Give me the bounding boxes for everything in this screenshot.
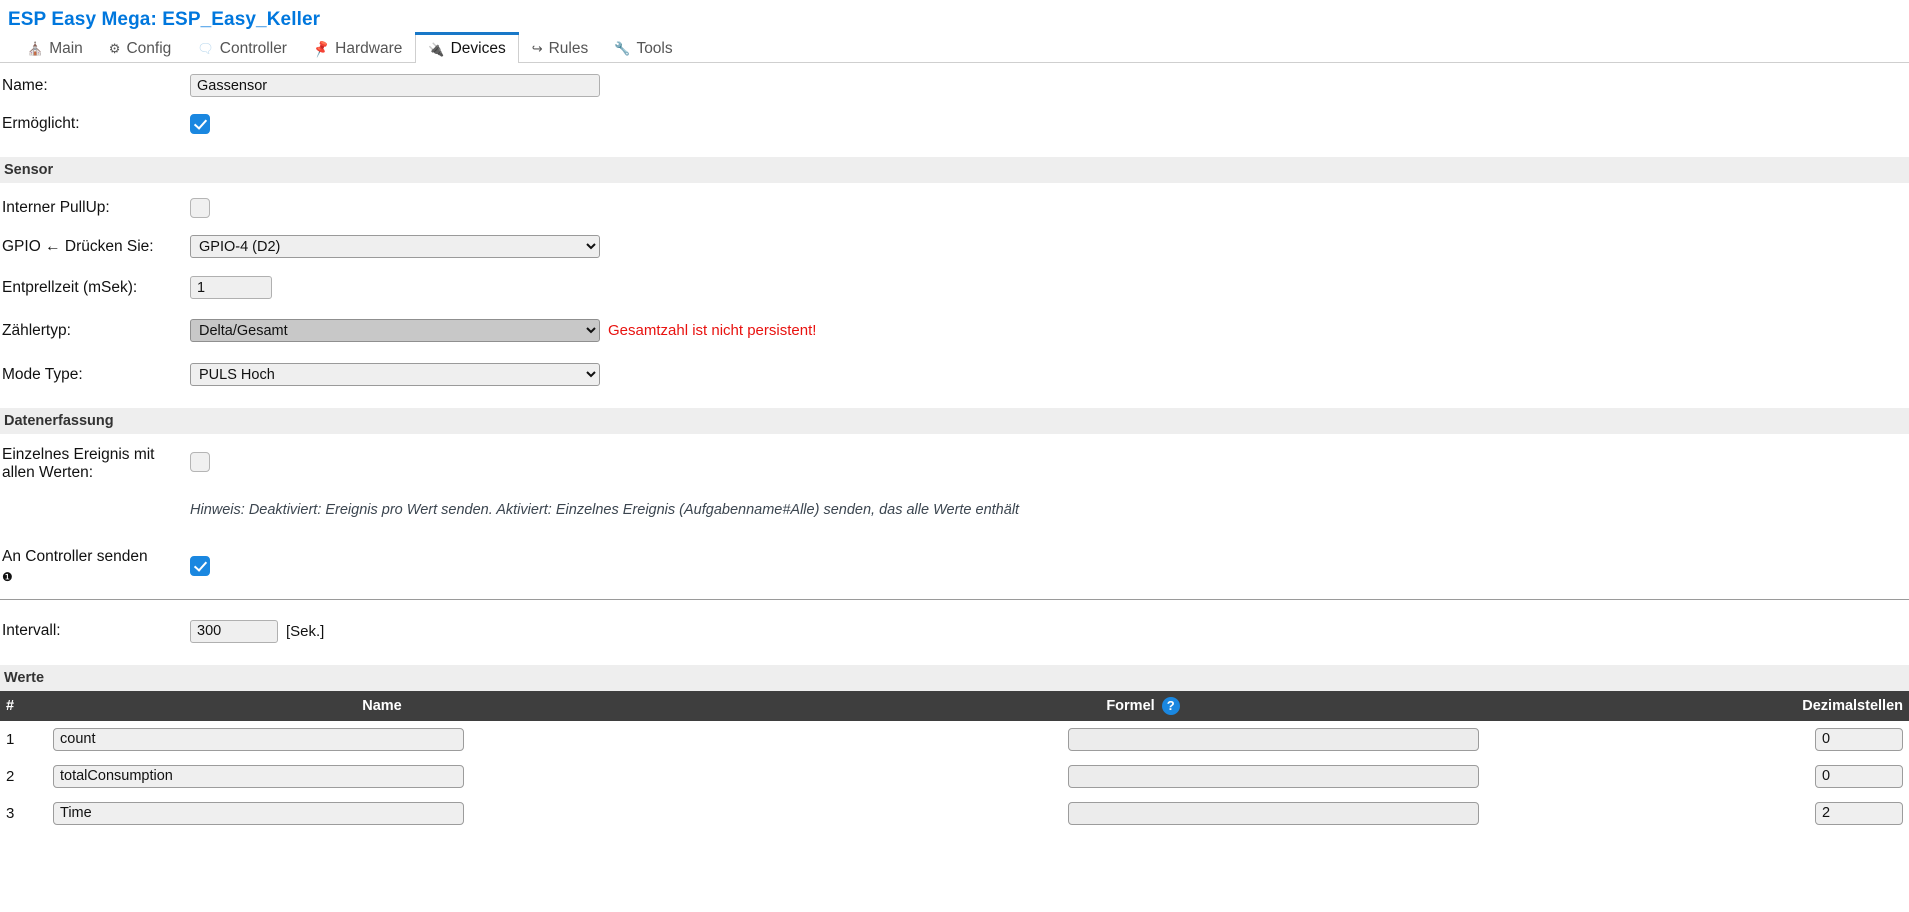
home-icon: ⛪ <box>27 41 44 56</box>
gear-icon: ⚙ <box>108 41 121 56</box>
mode-type-select[interactable]: PULS Hoch <box>190 363 600 386</box>
send-to-controller-label: An Controller senden <box>2 547 148 565</box>
debounce-row: Entprellzeit (mSek): <box>0 272 1909 303</box>
internal-pullup-checkbox[interactable] <box>190 197 210 218</box>
tab-label: Controller <box>219 39 287 57</box>
interval-row: Intervall: [Sek.] <box>0 616 1909 647</box>
counter-type-label: Zählertyp: <box>2 321 71 339</box>
tab-rules[interactable]: ↪ Rules <box>519 34 602 62</box>
interval-input[interactable] <box>190 619 278 643</box>
column-header-index: # <box>0 690 26 721</box>
values-table: # Name Formel? Dezimalstellen 1 2 <box>0 690 1909 832</box>
chat-icon: 🗨 <box>197 41 214 56</box>
plug-icon: 🔌 <box>428 41 445 57</box>
column-header-formula-label: Formel <box>1106 697 1155 714</box>
internal-pullup-row: Interner PullUp: <box>0 192 1909 223</box>
section-header-sensor: Sensor <box>0 157 1909 183</box>
send-to-controller-checkbox[interactable] <box>190 555 210 576</box>
table-row: 2 <box>0 758 1909 795</box>
section-header-values: Werte <box>0 664 1909 691</box>
value-formula-input[interactable] <box>1068 801 1479 825</box>
value-index: 1 <box>6 730 15 748</box>
tab-devices[interactable]: 🔌 Devices <box>415 32 520 63</box>
tab-label: Devices <box>450 40 506 57</box>
tab-label: Config <box>126 39 172 57</box>
column-header-decimals: Dezimalstellen <box>1548 690 1909 721</box>
tab-label: Tools <box>636 39 673 57</box>
value-decimals-input[interactable] <box>1815 727 1903 751</box>
wrench-icon: 🔧 <box>614 41 631 56</box>
tab-main[interactable]: ⛪ Main <box>14 34 96 62</box>
gpio-select[interactable]: GPIO-4 (D2) <box>190 235 600 258</box>
arrow-icon: ↪ <box>531 41 543 56</box>
value-name-input[interactable] <box>53 801 464 825</box>
device-enabled-label: Ermöglicht: <box>2 114 80 132</box>
mode-type-row: Mode Type: PULS Hoch <box>0 359 1909 390</box>
values-table-header-row: # Name Formel? Dezimalstellen <box>0 690 1909 721</box>
single-event-checkbox[interactable] <box>190 452 210 472</box>
table-row: 3 <box>0 795 1909 832</box>
value-formula-input[interactable] <box>1068 727 1479 751</box>
debounce-input[interactable] <box>190 276 272 299</box>
value-decimals-input[interactable] <box>1815 801 1903 825</box>
interval-unit: [Sek.] <box>286 622 325 640</box>
table-row: 1 <box>0 721 1909 758</box>
gpio-label: GPIO ← Drücken Sie: <box>2 237 154 255</box>
pin-icon: 📌 <box>310 38 332 59</box>
counter-type-row: Zählertyp: Delta/Gesamt Gesamtzahl ist n… <box>0 315 1909 346</box>
device-name-label: Name: <box>2 76 48 94</box>
value-name-input[interactable] <box>53 764 464 788</box>
page-title: ESP Easy Mega: ESP_Easy_Keller <box>8 9 321 30</box>
tab-tools[interactable]: 🔧 Tools <box>601 34 685 62</box>
counter-type-warning: Gesamtzahl ist nicht persistent! <box>608 322 817 339</box>
send-to-controller-label-wrap: An Controller senden ❶ <box>0 548 190 586</box>
column-header-name: Name <box>26 690 738 721</box>
tab-label: Rules <box>548 39 589 57</box>
tab-label: Hardware <box>335 39 403 57</box>
value-formula-input[interactable] <box>1068 764 1479 788</box>
main-navigation-tabs: ⛪ Main ⚙ Config 🗨 Controller 📌 Hardware … <box>0 32 1909 63</box>
value-decimals-input[interactable] <box>1815 764 1903 788</box>
value-name-input[interactable] <box>53 727 464 751</box>
help-icon[interactable]: ? <box>1161 696 1180 715</box>
info-icon[interactable]: ❶ <box>2 571 13 583</box>
tab-hardware[interactable]: 📌 Hardware <box>300 34 415 62</box>
single-event-hint: Hinweis: Deaktiviert: Ereignis pro Wert … <box>190 502 1020 519</box>
column-header-formula: Formel? <box>738 690 1548 721</box>
section-header-datacapture: Datenerfassung <box>0 408 1909 434</box>
internal-pullup-label: Interner PullUp: <box>2 198 110 216</box>
gpio-row: GPIO ← Drücken Sie: GPIO-4 (D2) <box>0 231 1909 262</box>
single-event-row: Einzelnes Ereignis mit allen Werten: <box>0 445 1909 482</box>
value-index: 2 <box>6 767 15 785</box>
value-index: 3 <box>6 804 15 822</box>
single-event-label: Einzelnes Ereignis mit allen Werten: <box>2 446 155 481</box>
tab-label: Main <box>49 39 83 57</box>
device-name-row: Name: <box>0 70 1909 101</box>
mode-type-label: Mode Type: <box>2 365 83 383</box>
tab-config[interactable]: ⚙ Config <box>96 34 184 62</box>
interval-label: Intervall: <box>2 622 61 640</box>
counter-type-select[interactable]: Delta/Gesamt <box>190 319 600 342</box>
device-enabled-row: Ermöglicht: <box>0 108 1909 139</box>
tab-controller[interactable]: 🗨 Controller <box>184 34 300 62</box>
single-event-hint-row: Hinweis: Deaktiviert: Ereignis pro Wert … <box>0 495 1909 526</box>
send-to-controller-row: An Controller senden ❶ <box>0 548 1909 586</box>
device-enabled-checkbox[interactable] <box>190 113 210 134</box>
device-name-input[interactable] <box>190 74 600 97</box>
debounce-label: Entprellzeit (mSek): <box>2 278 138 296</box>
